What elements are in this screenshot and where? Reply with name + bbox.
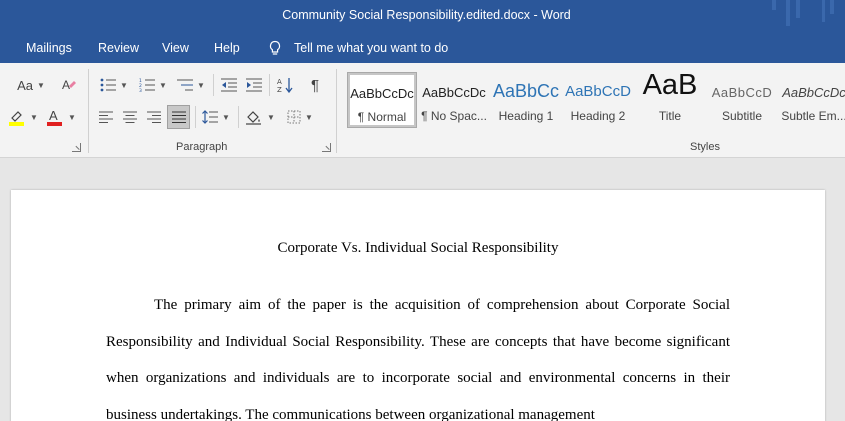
- svg-text:A: A: [49, 108, 58, 123]
- document-page[interactable]: Corporate Vs. Individual Social Responsi…: [11, 190, 825, 421]
- title-bar-decoration: [786, 0, 790, 26]
- style-name: ¶ No Spac...: [421, 109, 487, 123]
- chevron-down-icon: ▼: [222, 112, 230, 122]
- align-left-icon: [99, 111, 113, 123]
- pilcrow-icon: ¶: [310, 76, 320, 94]
- font-color-button[interactable]: A ▼: [44, 106, 78, 128]
- style-sample: AaBbCcD: [565, 83, 631, 100]
- chevron-down-icon: ▼: [36, 80, 45, 90]
- title-bar-decoration: [772, 0, 776, 10]
- style-heading-1[interactable]: AaBbCc Heading 1: [491, 72, 561, 128]
- ribbon: Aa ▼ A ▼ A ▼ ▼ 1 2 3 ▼ ▼ A Z ¶ ▼ ▼ ▼ Par…: [0, 63, 845, 158]
- style-name: Subtitle: [721, 109, 763, 123]
- borders-button[interactable]: ▼: [283, 106, 317, 128]
- title-bar: Community Social Responsibility.edited.d…: [0, 0, 845, 33]
- tell-me-search[interactable]: Tell me what you want to do: [294, 41, 448, 55]
- svg-text:Z: Z: [277, 86, 282, 93]
- chevron-down-icon: ▼: [305, 112, 313, 122]
- paragraph-group-label: Paragraph: [176, 141, 228, 153]
- align-right-button[interactable]: [143, 106, 165, 128]
- title-bar-decoration: [796, 0, 800, 18]
- lightbulb-icon[interactable]: [268, 40, 282, 56]
- justify-icon: [171, 111, 186, 123]
- line-spacing-button[interactable]: ▼: [199, 106, 233, 128]
- title-bar-decoration: [822, 0, 825, 22]
- style-name: Heading 2: [570, 109, 626, 123]
- font-dialog-launcher-icon[interactable]: [72, 143, 81, 152]
- line-spacing-icon: [202, 110, 219, 124]
- window-title: Community Social Responsibility.edited.d…: [282, 8, 571, 22]
- multilevel-list-icon: [177, 79, 194, 91]
- svg-text:A: A: [277, 78, 282, 86]
- title-bar-decoration: [830, 0, 834, 14]
- tab-review[interactable]: Review: [98, 41, 139, 55]
- style-name: Subtle Em...: [781, 109, 845, 123]
- borders-icon: [287, 110, 301, 124]
- button-separator: [238, 106, 239, 128]
- sort-icon: A Z: [277, 78, 293, 93]
- align-center-icon: [123, 111, 137, 123]
- change-case-button[interactable]: Aa ▼: [14, 74, 48, 96]
- shading-button[interactable]: ▼: [243, 106, 277, 128]
- tab-mailings[interactable]: Mailings: [26, 41, 72, 55]
- clear-formatting-button[interactable]: A: [60, 74, 78, 96]
- style-heading-2[interactable]: AaBbCcD Heading 2: [563, 72, 633, 128]
- tab-view[interactable]: View: [162, 41, 189, 55]
- styles-group-label: Styles: [690, 141, 720, 153]
- style-sample: AaBbCcDc: [782, 85, 845, 100]
- document-paragraph[interactable]: The primary aim of the paper is the acqu…: [106, 287, 730, 421]
- style-subtitle[interactable]: AaBbCcD Subtitle: [707, 72, 777, 128]
- ribbon-tabs: Mailings Review View Help Tell me what y…: [0, 33, 845, 63]
- style-no-spacing[interactable]: AaBbCcDc ¶ No Spac...: [419, 72, 489, 128]
- svg-text:A: A: [62, 78, 70, 92]
- group-separator: [88, 69, 89, 153]
- document-heading[interactable]: Corporate Vs. Individual Social Responsi…: [11, 240, 825, 257]
- style-title[interactable]: AaB Title: [635, 69, 705, 128]
- align-center-button[interactable]: [119, 106, 141, 128]
- style-sample: AaB: [642, 69, 698, 101]
- chevron-down-icon: ▼: [30, 112, 38, 122]
- style-normal[interactable]: AaBbCcDc ¶ Normal: [347, 72, 417, 128]
- font-color-icon: A: [47, 108, 63, 126]
- group-separator: [336, 69, 337, 153]
- increase-indent-icon: [246, 78, 262, 92]
- paint-bucket-icon: [246, 111, 262, 125]
- paragraph-dialog-launcher-icon[interactable]: [322, 143, 331, 152]
- chevron-down-icon: ▼: [197, 80, 205, 90]
- bullets-button[interactable]: ▼: [97, 74, 131, 96]
- chevron-down-icon: ▼: [120, 80, 128, 90]
- style-sample: AaBbCcDc: [350, 86, 414, 101]
- sort-button[interactable]: A Z: [274, 74, 296, 96]
- decrease-indent-button[interactable]: [218, 74, 240, 96]
- highlighter-icon: [9, 111, 25, 126]
- justify-button[interactable]: [167, 105, 190, 129]
- bullet-list-icon: [100, 78, 117, 92]
- style-sample: AaBbCcD: [711, 85, 773, 100]
- increase-indent-button[interactable]: [243, 74, 265, 96]
- tab-help[interactable]: Help: [214, 41, 240, 55]
- clear-formatting-icon: A: [62, 78, 76, 92]
- align-right-icon: [147, 111, 161, 123]
- chevron-down-icon: ▼: [68, 112, 76, 122]
- style-sample: AaBbCcDc: [422, 85, 486, 100]
- chevron-down-icon: ▼: [159, 80, 167, 90]
- decrease-indent-icon: [221, 78, 237, 92]
- button-separator: [269, 74, 270, 96]
- style-name: ¶ Normal: [357, 110, 407, 124]
- style-sample: AaBbCc: [492, 81, 560, 101]
- style-subtle-emphasis[interactable]: AaBbCcDc Subtle Em...: [779, 72, 845, 128]
- svg-text:3: 3: [139, 88, 142, 92]
- change-case-label: Aa: [17, 77, 33, 93]
- numbering-button[interactable]: 1 2 3 ▼: [136, 74, 170, 96]
- highlight-color-button[interactable]: ▼: [6, 106, 40, 128]
- multilevel-list-button[interactable]: ▼: [174, 74, 208, 96]
- show-formatting-button[interactable]: ¶: [304, 74, 326, 96]
- style-name: Heading 1: [498, 109, 554, 123]
- align-left-button[interactable]: [95, 106, 117, 128]
- chevron-down-icon: ▼: [267, 112, 275, 122]
- style-name: Title: [658, 109, 682, 123]
- button-separator: [195, 106, 196, 128]
- numbered-list-icon: 1 2 3: [139, 78, 156, 92]
- button-separator: [213, 74, 214, 96]
